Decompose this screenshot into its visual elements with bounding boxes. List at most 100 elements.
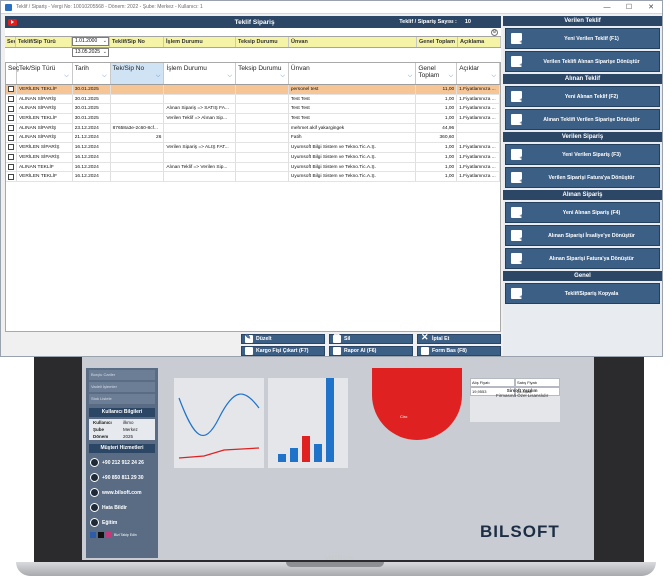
filter-icon[interactable]: ⌵: [64, 73, 69, 80]
col-header-select[interactable]: Seç: [6, 63, 19, 84]
operation-button[interactable]: Alınan Siparişi İrsaliye'ye Dönüştür: [505, 225, 660, 246]
gear-icon[interactable]: ⚙: [491, 29, 498, 36]
cell-title: Fatih: [289, 133, 417, 143]
operation-button-label: Yeni Alınan Sipariş (F4): [562, 209, 621, 216]
edit-button[interactable]: Düzelt: [241, 333, 325, 344]
operation-button[interactable]: Verilen Teklifi Alınan Siparişe Dönüştür: [505, 51, 660, 72]
row-checkbox[interactable]: [8, 86, 14, 93]
operation-button[interactable]: Teklif/Sipariş Kopyala: [505, 283, 660, 304]
col-header-total[interactable]: Genel Toplam ⌵: [416, 63, 458, 84]
col-header-status[interactable]: İşlem Durumu ⌵: [164, 63, 237, 84]
operation-button[interactable]: Yeni Verilen Teklif (F1): [505, 28, 660, 49]
col-header-teksip[interactable]: Teksip Durumu ⌵: [236, 63, 289, 84]
col-header-no[interactable]: Tek/Sip No ⌵: [110, 63, 165, 84]
table-row[interactable]: VERİLEN TEKLİF 30.01.2025 Verilen Teklif =…: [6, 114, 500, 124]
facebook-icon[interactable]: [90, 532, 96, 538]
filter-icon[interactable]: ⌵: [491, 73, 496, 80]
print-label: Form Bas (F8): [432, 348, 467, 354]
row-checkbox-cell: [6, 143, 17, 152]
operation-button[interactable]: Yeni Alınan Teklif (F2): [505, 86, 660, 107]
row-checkbox[interactable]: [8, 154, 14, 161]
filter-icon[interactable]: ⌵: [102, 73, 107, 80]
filter-icon[interactable]: ⌵: [228, 73, 233, 80]
cell-desc: 1.Fiyatlamnıza ...: [457, 172, 500, 181]
row-checkbox-cell: [6, 94, 17, 104]
operation-button[interactable]: Verilen Siparişi Fatura'ya Dönüştür: [505, 167, 660, 188]
delete-button[interactable]: Sil: [329, 334, 413, 344]
instagram-icon[interactable]: [106, 532, 112, 538]
col-header-text: İşlem Durumu: [166, 65, 207, 72]
operation-button[interactable]: Yeni Verilen Sipariş (F3): [505, 144, 660, 165]
filter-icon[interactable]: ⌵: [156, 73, 161, 80]
filter-col-desc: Açıklama: [458, 37, 501, 47]
x-icon[interactable]: [98, 532, 104, 538]
row-checkbox[interactable]: [8, 96, 14, 103]
row-checkbox[interactable]: [8, 125, 14, 132]
table-row[interactable]: VERİLEN TEKLİF 16.12.2024 Uyumsoft Bilgi S…: [6, 172, 500, 182]
document-plus-icon: [511, 172, 523, 185]
bg-sidebar-item: Borçlu Cariler: [89, 370, 155, 380]
cell-desc: [457, 133, 500, 143]
operation-button[interactable]: Alınan Siparişi Fatura'ya Dönüştür: [505, 248, 660, 269]
table-row[interactable]: VERİLEN SİPARİŞ 16.12.2024 Verilen Sipariş…: [6, 143, 500, 153]
cell-date: 30.01.2025: [73, 85, 111, 94]
operation-button[interactable]: Yeni Alınan Sipariş (F4): [505, 202, 660, 223]
bg-bar-chart: [268, 378, 348, 468]
row-checkbox[interactable]: [8, 163, 14, 170]
col-header-desc[interactable]: Açıklar ⌵: [457, 63, 501, 84]
filter-col-select: Seç: [7, 37, 16, 47]
document-plus-icon: [511, 33, 523, 46]
table-row[interactable]: ALINAN SİPARİŞ 30.01.2025 Test Test 1,00 1.F…: [6, 94, 500, 105]
cell-total: 1,00: [416, 104, 458, 114]
report-bug-link[interactable]: Hata Bildir: [86, 500, 158, 515]
table-row[interactable]: ALINAN SİPARİŞ 23.12.2024 87658a3e-2c60-8c…: [6, 123, 500, 134]
whatsapp-icon: [90, 473, 99, 482]
row-checkbox[interactable]: [8, 115, 14, 122]
filter-icon[interactable]: ⌵: [280, 73, 285, 80]
table-row[interactable]: ALINAN TEKLİF 16.12.2024 Alınan Teklif => …: [6, 162, 500, 173]
col-header-type[interactable]: Tek/Sip Türü ⌵: [17, 63, 73, 84]
row-checkbox[interactable]: [8, 105, 14, 112]
cell-no: [111, 143, 165, 152]
window-titlebar[interactable]: Teklif / Sipariş - Vergi No: 10010205568…: [1, 1, 662, 14]
date-from-picker[interactable]: 1.01.2000 ⌄: [72, 37, 109, 46]
filter-icon[interactable]: ⌵: [449, 73, 454, 80]
cell-total: 44,96: [416, 123, 458, 133]
kv-key: Şube: [93, 427, 105, 432]
report-button[interactable]: Rapor Al (F6): [329, 346, 413, 356]
table-row[interactable]: ALINAN SİPARİŞ 21.12.2024 26 Fatih 360,60: [6, 133, 500, 144]
cell-teksip: [236, 104, 289, 114]
document-plus-icon: [511, 114, 523, 127]
phone1-link[interactable]: +90 212 912 24 26: [86, 455, 158, 470]
cargo-slip-button[interactable]: Kargo Fişi Çıkart (F7): [241, 346, 325, 356]
row-checkbox[interactable]: [8, 144, 14, 151]
cell-date: 30.01.2025: [73, 104, 111, 114]
table-row[interactable]: ALINAN SİPARİŞ 30.01.2025 Alınan Sipariş =…: [6, 104, 500, 115]
print-form-button[interactable]: Form Bas (F8): [417, 346, 501, 356]
cancel-button[interactable]: İptal Et: [417, 332, 501, 344]
tutorial-link[interactable]: Eğitim: [86, 515, 158, 530]
col-header-date[interactable]: Tarih ⌵: [73, 63, 111, 84]
col-header-title[interactable]: Ünvan ⌵: [289, 63, 417, 84]
section-title: Verilen Teklif: [503, 16, 662, 26]
phone2-link[interactable]: +90 850 811 29 30: [86, 470, 158, 485]
table-row[interactable]: VERİLEN TEKLİF 30.01.2025 personel test 11,…: [6, 85, 500, 95]
document-icon: [245, 347, 253, 355]
maximize-button[interactable]: ☐: [618, 3, 640, 11]
cell-no: 87658a3e-2c60-8cf...: [111, 123, 165, 133]
table-row[interactable]: VERİLEN SİPARİŞ 16.12.2024 Uyumsoft Bilgi …: [6, 152, 500, 163]
row-checkbox[interactable]: [8, 173, 14, 180]
filter-icon[interactable]: ⌵: [408, 73, 413, 80]
minimize-button[interactable]: —: [596, 4, 618, 11]
close-button[interactable]: ✕: [640, 3, 662, 11]
cell-status: Alınan Teklif => Verilen Sip...: [164, 162, 237, 172]
cell-date: 16.12.2024: [73, 172, 111, 181]
operation-button[interactable]: Alınan Teklifi Verilen Siparişe Dönüştür: [505, 109, 660, 130]
date-to-picker[interactable]: 13.05.2025 ⌄: [72, 48, 109, 57]
cell-desc: [457, 123, 500, 133]
youtube-icon[interactable]: [8, 18, 17, 26]
row-checkbox[interactable]: [8, 134, 14, 141]
website-link[interactable]: www.bilsoft.com: [86, 485, 158, 500]
phone1-text: +90 212 912 24 26: [102, 459, 144, 466]
filter-col-teksip: Teksip Durumu: [236, 37, 289, 47]
